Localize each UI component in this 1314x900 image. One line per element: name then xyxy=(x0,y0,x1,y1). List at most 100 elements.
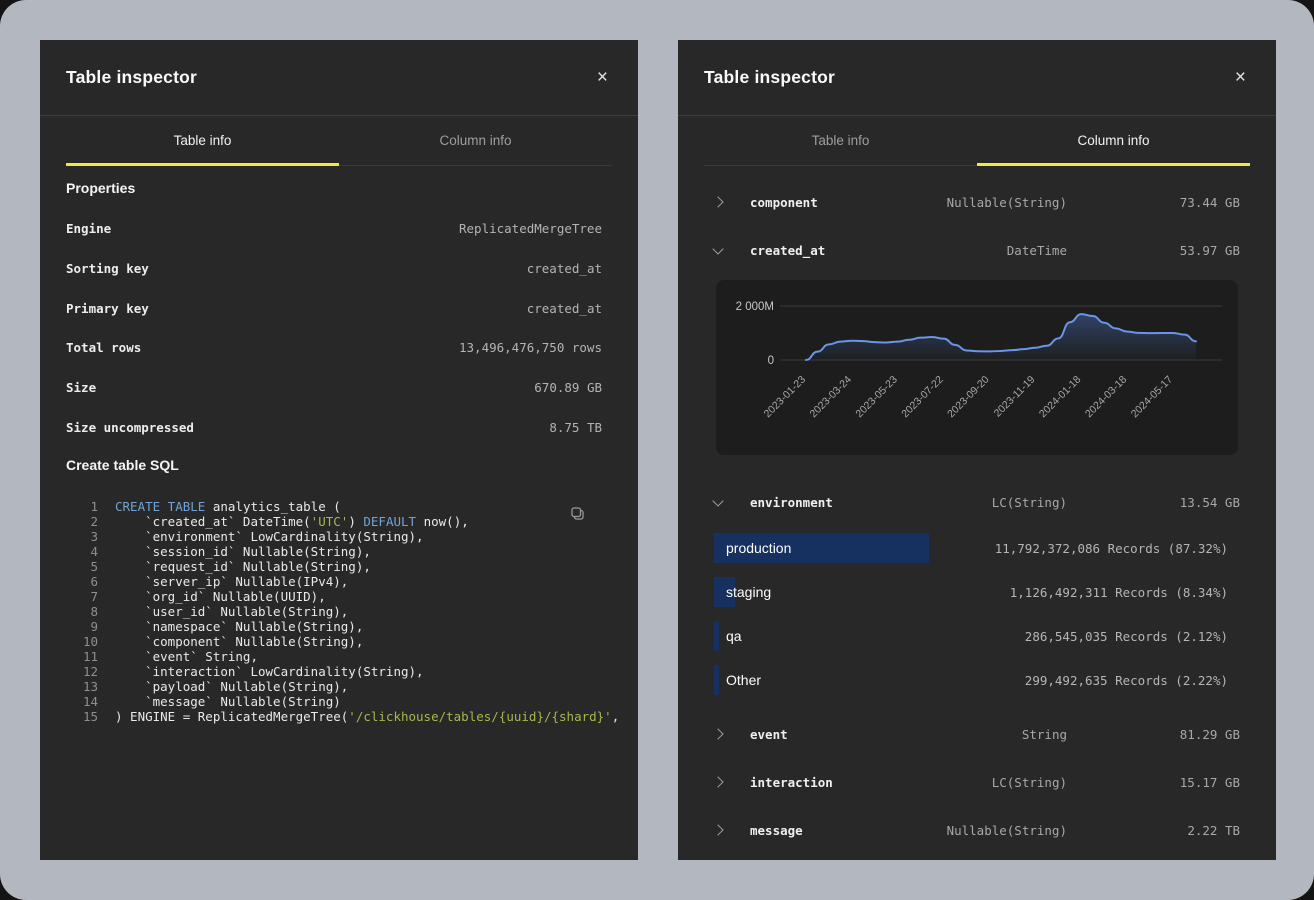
code-line: 4 `session_id` Nullable(String), xyxy=(66,544,602,559)
env-value-records: 1,126,492,311 Records (8.34%) xyxy=(1010,570,1228,614)
property-row-sorting-key: Sorting key created_at xyxy=(66,249,602,289)
column-name: message xyxy=(750,823,867,838)
property-label: Total rows xyxy=(66,340,141,355)
property-row-total-rows: Total rows 13,496,476,750 rows xyxy=(66,328,602,368)
column-type: LC(String) xyxy=(867,495,1067,510)
code-line: 9 `namespace` Nullable(String), xyxy=(66,619,602,634)
close-icon[interactable]: × xyxy=(1231,66,1250,89)
tab-column-info[interactable]: Column info xyxy=(339,116,612,165)
sql-code-lines: 1CREATE TABLE analytics_table (2 `create… xyxy=(66,499,602,724)
property-value: 13,496,476,750 rows xyxy=(459,340,602,355)
chevron-right-icon xyxy=(714,198,750,206)
tab-bar: Table info Column info xyxy=(704,116,1250,166)
env-value-row-qa: qa 286,545,035 Records (2.12%) xyxy=(714,614,1240,658)
column-type: String xyxy=(867,727,1067,742)
close-icon[interactable]: × xyxy=(593,66,612,89)
column-row-event[interactable]: event String 81.29 GB xyxy=(678,710,1276,758)
property-row-size: Size 670.89 GB xyxy=(66,368,602,408)
chevron-right-icon xyxy=(714,826,750,834)
code-line: 15) ENGINE = ReplicatedMergeTree('/click… xyxy=(66,709,602,724)
code-line: 14 `message` Nullable(String) xyxy=(66,694,602,709)
column-size: 15.17 GB xyxy=(1067,775,1240,790)
properties-heading: Properties xyxy=(66,180,602,196)
svg-text:2023-03-24: 2023-03-24 xyxy=(808,374,855,421)
code-line: 12 `interaction` LowCardinality(String), xyxy=(66,664,602,679)
tab-table-info[interactable]: Table info xyxy=(66,116,339,165)
table-inspector-modal-table-info: Table inspector × Table info Column info… xyxy=(40,40,638,860)
env-value-records: 286,545,035 Records (2.12%) xyxy=(1025,614,1228,658)
env-value-row-staging: staging 1,126,492,311 Records (8.34%) xyxy=(714,570,1240,614)
env-value-records: 299,492,635 Records (2.22%) xyxy=(1025,658,1228,702)
column-row-created-at[interactable]: created_at DateTime 53.97 GB xyxy=(678,226,1276,274)
table-info-content: Properties Engine ReplicatedMergeTree So… xyxy=(40,180,638,724)
env-value-bar xyxy=(714,665,719,695)
code-line: 3 `environment` LowCardinality(String), xyxy=(66,529,602,544)
chevron-right-icon xyxy=(714,778,750,786)
chevron-right-icon xyxy=(714,730,750,738)
column-type: Nullable(String) xyxy=(867,823,1067,838)
column-size: 53.97 GB xyxy=(1067,243,1240,258)
property-value: created_at xyxy=(527,261,602,276)
env-value-label: staging xyxy=(726,570,771,614)
code-line: 6 `server_ip` Nullable(IPv4), xyxy=(66,574,602,589)
chevron-down-icon xyxy=(714,500,750,505)
env-value-records: 11,792,372,086 Records (87.32%) xyxy=(995,526,1228,570)
code-line: 10 `component` Nullable(String), xyxy=(66,634,602,649)
property-value: 8.75 TB xyxy=(549,420,602,435)
svg-text:2023-05-23: 2023-05-23 xyxy=(853,374,900,421)
code-line: 11 `event` String, xyxy=(66,649,602,664)
column-size: 13.54 GB xyxy=(1067,495,1240,510)
env-value-row-production: production 11,792,372,086 Records (87.32… xyxy=(714,526,1240,570)
column-info-content: component Nullable(String) 73.44 GB crea… xyxy=(678,166,1276,854)
created-at-distribution-chart: 2 000M02023-01-232023-03-242023-05-23202… xyxy=(716,280,1238,455)
tab-column-info[interactable]: Column info xyxy=(977,116,1250,165)
column-row-message[interactable]: message Nullable(String) 2.22 TB xyxy=(678,806,1276,854)
column-name: environment xyxy=(750,495,867,510)
svg-text:2023-07-22: 2023-07-22 xyxy=(899,374,946,421)
tab-bar: Table info Column info xyxy=(66,116,612,166)
svg-text:2023-09-20: 2023-09-20 xyxy=(945,374,992,421)
column-type: DateTime xyxy=(867,243,1067,258)
modal-title: Table inspector xyxy=(704,67,835,88)
column-type: LC(String) xyxy=(867,775,1067,790)
svg-text:2023-11-19: 2023-11-19 xyxy=(992,374,1038,420)
modal-title: Table inspector xyxy=(66,67,197,88)
property-label: Engine xyxy=(66,221,111,236)
tab-table-info[interactable]: Table info xyxy=(704,116,977,165)
svg-text:2023-01-23: 2023-01-23 xyxy=(762,374,809,421)
column-name: component xyxy=(750,195,867,210)
code-line: 7 `org_id` Nullable(UUID), xyxy=(66,589,602,604)
svg-text:2024-05-17: 2024-05-17 xyxy=(1129,374,1176,421)
desktop-background: Table inspector × Table info Column info… xyxy=(0,0,1314,900)
svg-text:2024-03-18: 2024-03-18 xyxy=(1083,374,1130,421)
svg-text:2024-01-18: 2024-01-18 xyxy=(1037,374,1084,421)
property-value: 670.89 GB xyxy=(534,380,602,395)
svg-text:2 000M: 2 000M xyxy=(736,301,774,313)
create-table-sql-heading: Create table SQL xyxy=(66,457,602,473)
env-value-row-other: Other 299,492,635 Records (2.22%) xyxy=(714,658,1240,702)
table-inspector-modal-column-info: Table inspector × Table info Column info… xyxy=(678,40,1276,860)
sql-code-block: 1CREATE TABLE analytics_table (2 `create… xyxy=(66,497,602,724)
property-label: Size uncompressed xyxy=(66,420,194,435)
code-line: 5 `request_id` Nullable(String), xyxy=(66,559,602,574)
column-row-environment[interactable]: environment LC(String) 13.54 GB xyxy=(678,478,1276,526)
chevron-down-icon xyxy=(714,248,750,253)
copy-icon[interactable] xyxy=(569,505,586,525)
property-row-engine: Engine ReplicatedMergeTree xyxy=(66,209,602,249)
env-value-label: qa xyxy=(726,614,742,658)
property-label: Sorting key xyxy=(66,261,149,276)
property-value: created_at xyxy=(527,301,602,316)
column-size: 73.44 GB xyxy=(1067,195,1240,210)
property-label: Primary key xyxy=(66,301,149,316)
code-line: 13 `payload` Nullable(String), xyxy=(66,679,602,694)
column-row-component[interactable]: component Nullable(String) 73.44 GB xyxy=(678,178,1276,226)
env-value-label: production xyxy=(726,526,791,570)
code-line: 1CREATE TABLE analytics_table ( xyxy=(66,499,602,514)
property-row-size-uncompressed: Size uncompressed 8.75 TB xyxy=(66,407,602,447)
svg-text:0: 0 xyxy=(768,355,774,367)
column-type: Nullable(String) xyxy=(867,195,1067,210)
column-size: 2.22 TB xyxy=(1067,823,1240,838)
modal-header: Table inspector × xyxy=(678,40,1276,116)
column-row-interaction[interactable]: interaction LC(String) 15.17 GB xyxy=(678,758,1276,806)
code-line: 2 `created_at` DateTime('UTC') DEFAULT n… xyxy=(66,514,602,529)
